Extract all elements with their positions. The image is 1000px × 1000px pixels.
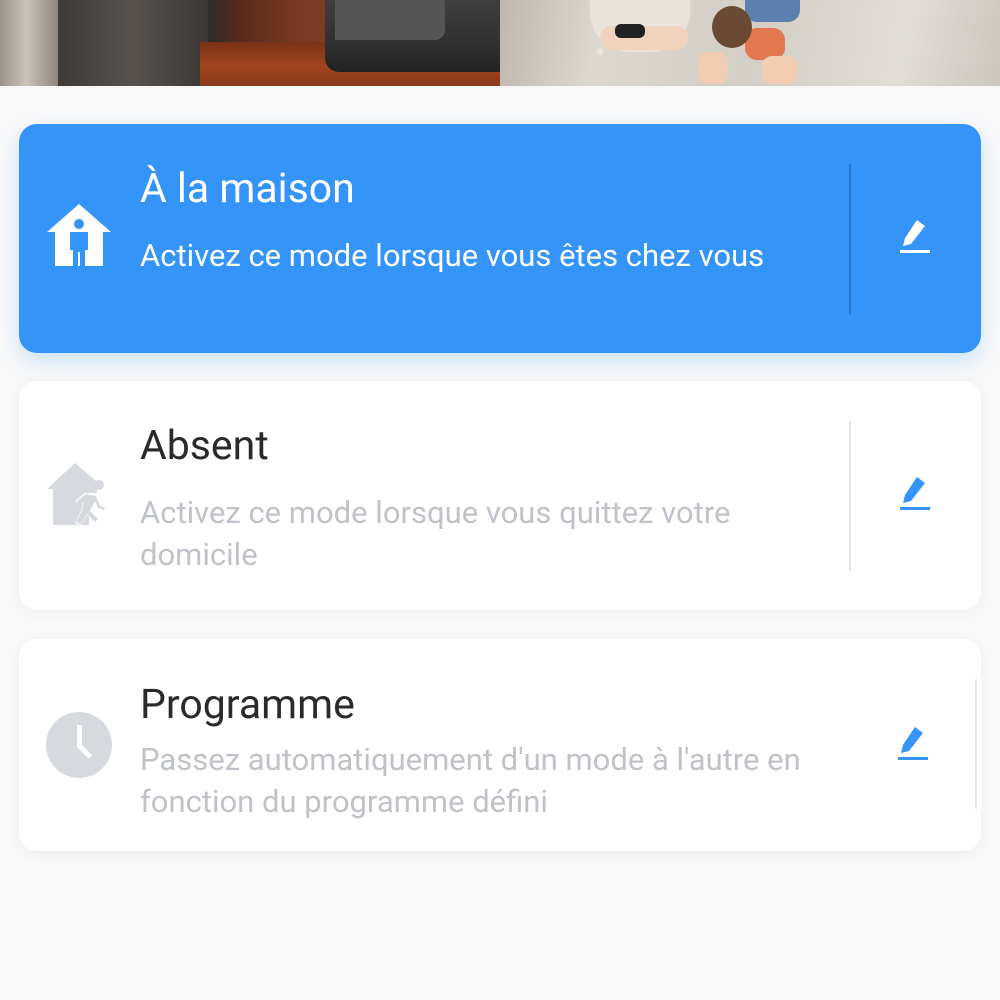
mode-card-away[interactable]: Absent Activez ce mode lorsque vous quit… (19, 381, 981, 610)
hero-photo (0, 0, 1000, 86)
card-divider (849, 164, 851, 314)
mode-card-schedule[interactable]: Programme Passez automatiquement d'un mo… (19, 639, 981, 851)
house-leaving-person-icon (45, 459, 113, 527)
edit-button-home[interactable] (887, 210, 943, 266)
edit-button-schedule[interactable] (885, 717, 941, 773)
mode-title: Programme (140, 681, 355, 729)
app-screen: À la maison Activez ce mode lorsque vous… (0, 0, 1000, 1000)
house-person-icon (45, 200, 113, 268)
card-divider (849, 421, 851, 571)
mode-description: Activez ce mode lorsque vous quittez vot… (140, 494, 731, 573)
pencil-edit-icon (897, 216, 933, 260)
mode-title: À la maison (140, 165, 355, 213)
edit-button-away[interactable] (887, 467, 943, 523)
card-divider (975, 679, 977, 809)
mode-card-home[interactable]: À la maison Activez ce mode lorsque vous… (19, 124, 981, 353)
mode-description: Activez ce mode lorsque vous êtes chez v… (140, 237, 765, 274)
mode-title: Absent (140, 422, 269, 470)
pencil-edit-icon (897, 473, 933, 517)
pencil-edit-icon (895, 723, 931, 767)
mode-description: Passez automatiquement d'un mode à l'aut… (140, 741, 801, 820)
clock-icon (45, 711, 113, 779)
